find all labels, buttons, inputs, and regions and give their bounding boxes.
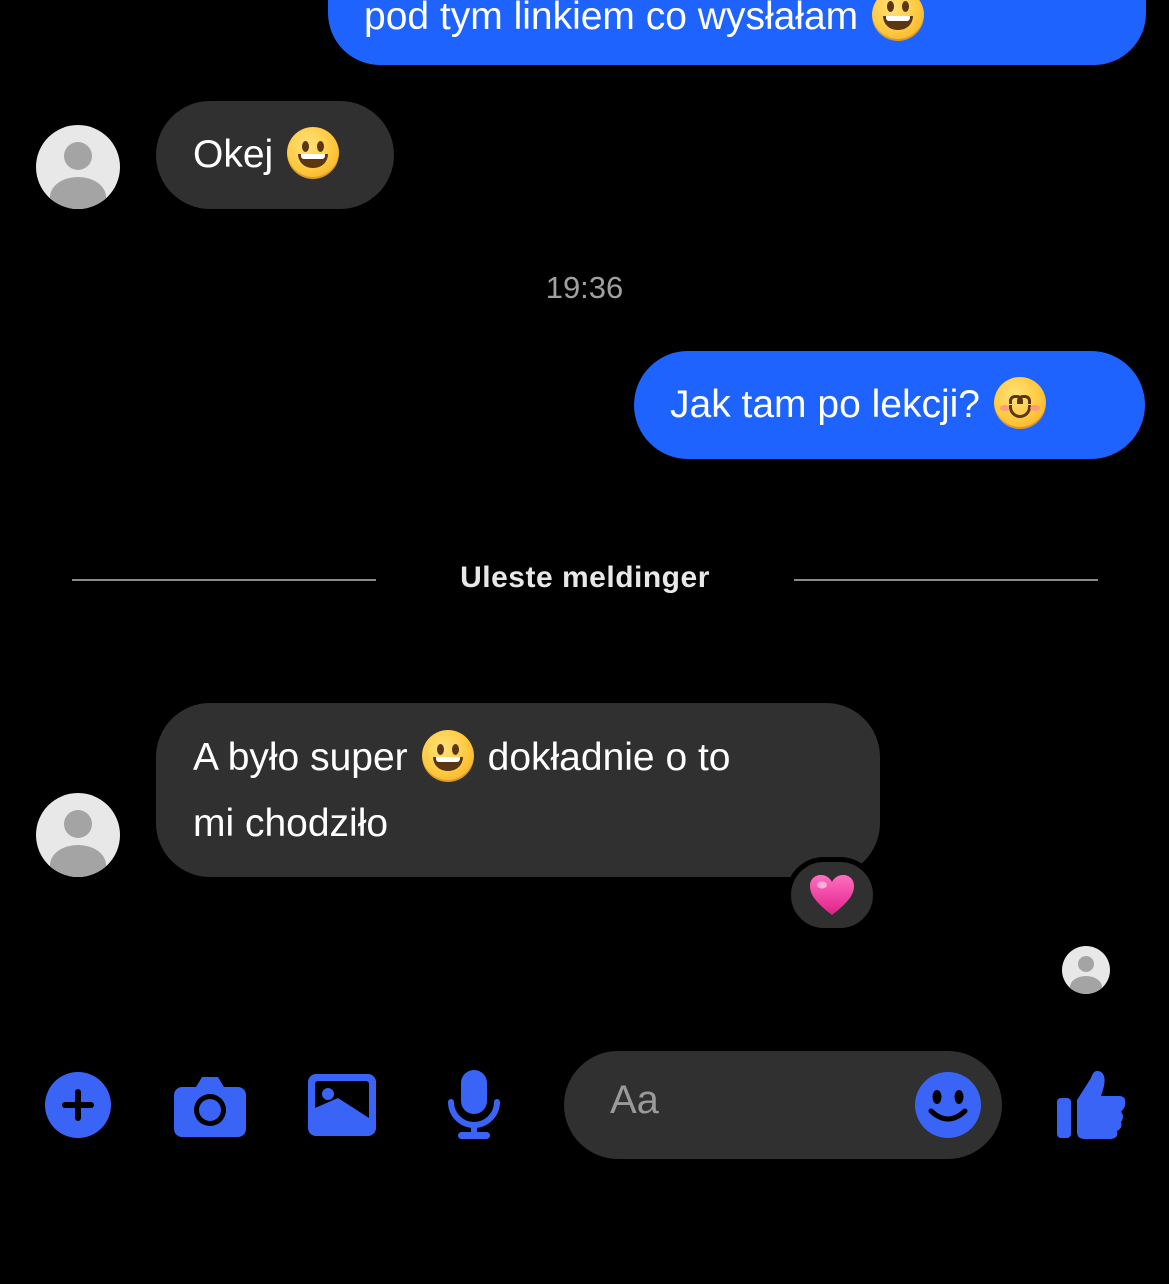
divider-line-left — [72, 579, 376, 581]
thumbs-up-button[interactable] — [1057, 1068, 1127, 1140]
message-text: pod tym linkiem co wysłałam — [364, 0, 859, 38]
divider-line-right — [794, 579, 1098, 581]
outgoing-message-bubble[interactable]: Jak tam po lekcji? — [634, 351, 1145, 459]
message-input[interactable]: Aa — [564, 1051, 1002, 1159]
grinning-face-emoji-icon — [872, 0, 925, 41]
message-text: Okej — [193, 133, 274, 176]
camera-button[interactable] — [174, 1075, 246, 1137]
gallery-button[interactable] — [308, 1074, 376, 1136]
outgoing-message-bubble[interactable]: pod tym linkiem co wysłałam — [328, 0, 1146, 65]
timestamp: 19:36 — [545, 270, 624, 305]
emoji-button[interactable] — [914, 1071, 982, 1139]
unread-messages-divider: Uleste meldinger — [460, 561, 710, 594]
seen-avatar — [1062, 946, 1110, 994]
reaction-badge[interactable] — [786, 857, 878, 933]
camera-icon — [174, 1077, 246, 1137]
message-text: mi chodziło — [193, 802, 389, 845]
grinning-face-emoji-icon — [421, 729, 474, 782]
thumbs-up-icon — [1057, 1070, 1126, 1139]
message-text: dokładnie o to — [487, 736, 731, 779]
message-input-placeholder: Aa — [610, 1078, 659, 1122]
plus-button[interactable] — [45, 1072, 111, 1138]
grinning-face-emoji-icon — [287, 126, 340, 179]
smiling-face-emoji-icon — [993, 376, 1046, 429]
message-text: A było super — [193, 736, 408, 779]
avatar[interactable] — [36, 125, 120, 209]
plus-icon — [45, 1072, 111, 1138]
heart-icon — [810, 875, 854, 915]
emoji-icon — [915, 1072, 981, 1138]
incoming-message-bubble[interactable]: A było super dokładnie o to mi chodziło — [156, 703, 880, 877]
microphone-button[interactable] — [446, 1070, 502, 1140]
avatar[interactable] — [36, 793, 120, 877]
message-text: Jak tam po lekcji? — [670, 383, 980, 426]
image-icon — [308, 1074, 376, 1136]
microphone-icon — [448, 1070, 500, 1139]
incoming-message-bubble[interactable]: Okej — [156, 101, 394, 209]
